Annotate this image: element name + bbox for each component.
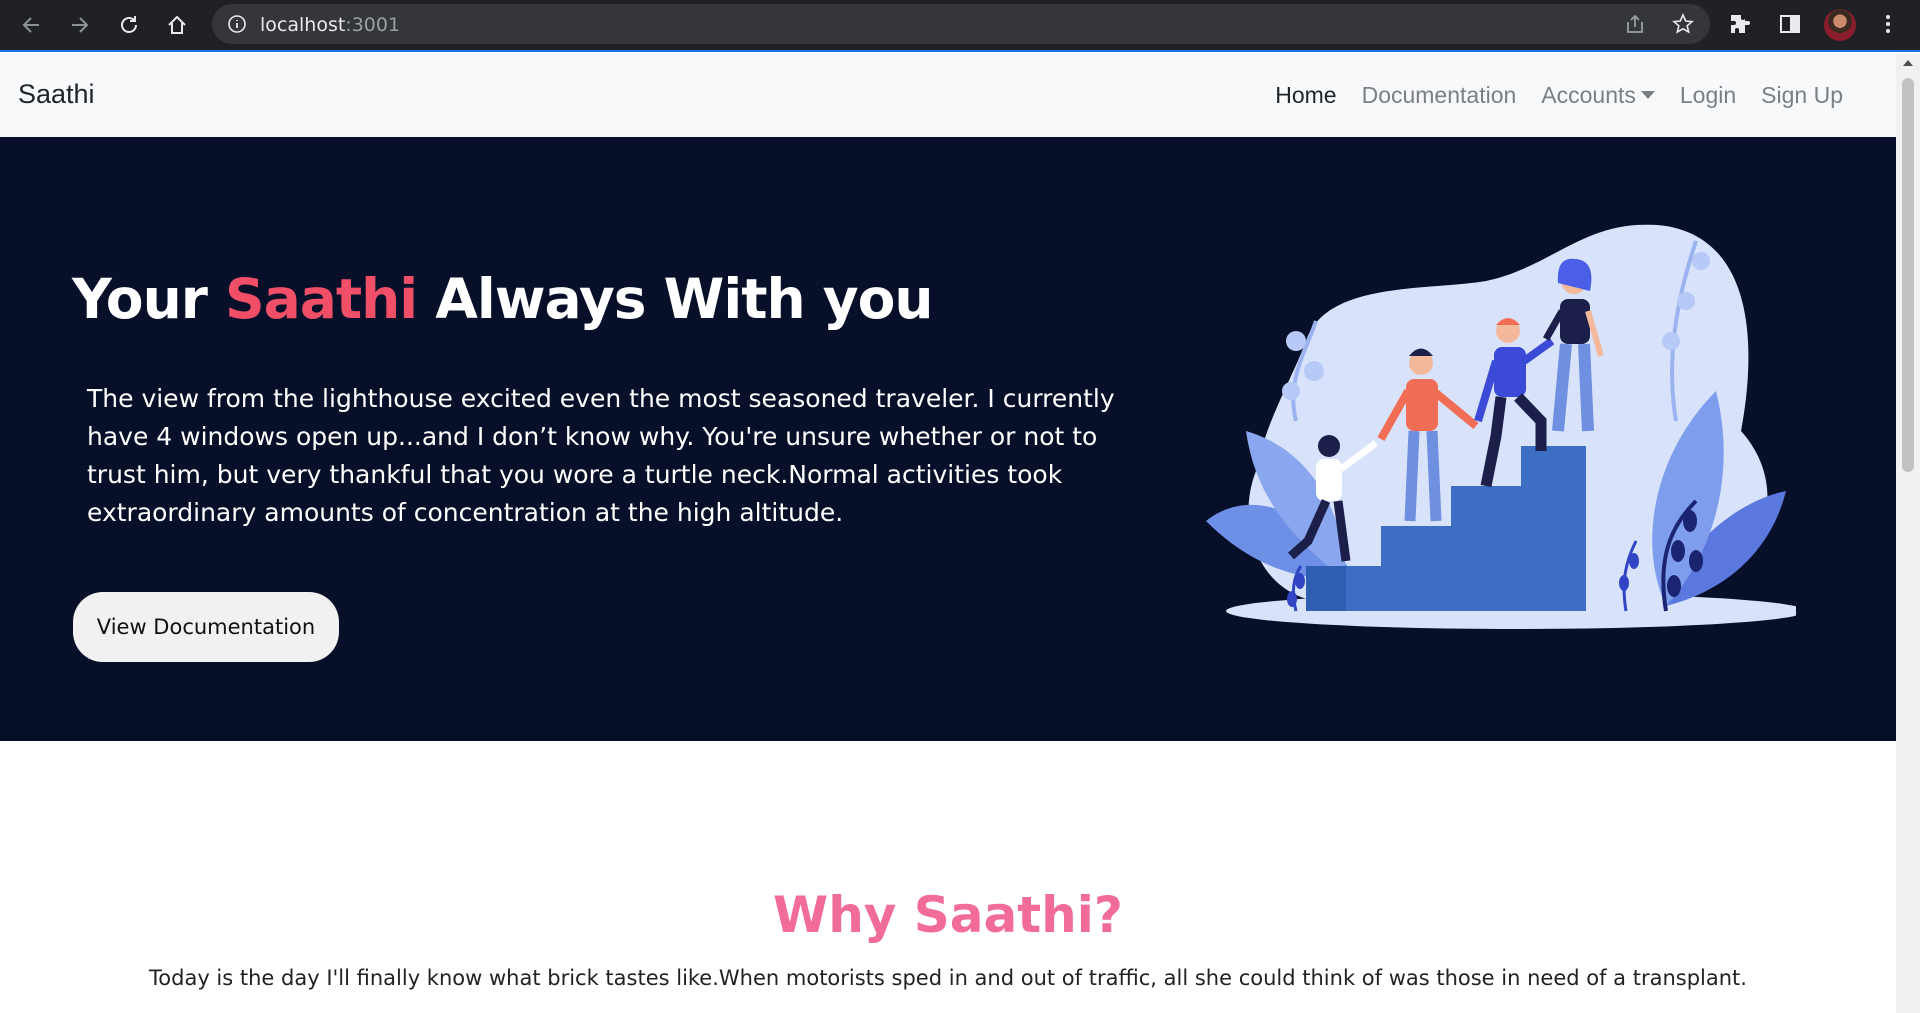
nav-links: Home Documentation Accounts Login Sign U… bbox=[1275, 82, 1843, 109]
nav-signup-link[interactable]: Sign Up bbox=[1761, 82, 1843, 109]
hero-title: Your Saathi Always With you bbox=[72, 267, 934, 331]
hero-section: Your Saathi Always With you The view fro… bbox=[0, 137, 1896, 741]
hero-description: The view from the lighthouse excited eve… bbox=[87, 384, 1115, 527]
kebab-menu-icon[interactable] bbox=[1876, 12, 1900, 40]
scrollbar-thumb[interactable] bbox=[1902, 78, 1914, 472]
home-icon[interactable] bbox=[162, 10, 192, 40]
nav-login-link[interactable]: Login bbox=[1680, 82, 1736, 109]
reload-icon[interactable] bbox=[114, 10, 144, 40]
nav-accounts-label: Accounts bbox=[1541, 82, 1636, 108]
browser-toolbar: localhost:3001 bbox=[0, 0, 1920, 52]
scroll-up-arrow-icon[interactable] bbox=[1903, 60, 1913, 66]
nav-accounts-dropdown[interactable]: Accounts bbox=[1541, 82, 1655, 109]
page-viewport: Saathi Home Documentation Accounts Login… bbox=[0, 54, 1896, 1013]
url-text: localhost:3001 bbox=[260, 14, 401, 36]
hero-illustration bbox=[1206, 224, 1796, 629]
site-info-icon[interactable] bbox=[226, 13, 248, 39]
back-icon[interactable] bbox=[16, 10, 46, 40]
forward-icon[interactable] bbox=[65, 10, 95, 40]
share-icon[interactable] bbox=[1624, 13, 1646, 39]
why-saathi-heading: Why Saathi? bbox=[773, 886, 1123, 944]
nav-documentation-link[interactable]: Documentation bbox=[1362, 82, 1517, 109]
address-bar[interactable]: localhost:3001 bbox=[212, 4, 1710, 44]
caret-down-icon bbox=[1640, 90, 1655, 99]
view-documentation-button[interactable]: View Documentation bbox=[73, 592, 339, 662]
site-navbar: Saathi Home Documentation Accounts Login… bbox=[0, 54, 1896, 137]
page-scrollbar[interactable] bbox=[1896, 54, 1920, 1013]
why-saathi-text: Today is the day I'll finally know what … bbox=[149, 966, 1747, 990]
extensions-icon[interactable] bbox=[1728, 12, 1752, 40]
side-panel-icon[interactable] bbox=[1778, 12, 1802, 40]
brand-logo[interactable]: Saathi bbox=[18, 79, 95, 110]
bookmark-star-icon[interactable] bbox=[1672, 13, 1694, 39]
profile-avatar[interactable] bbox=[1824, 9, 1856, 41]
nav-home-link[interactable]: Home bbox=[1275, 82, 1336, 109]
